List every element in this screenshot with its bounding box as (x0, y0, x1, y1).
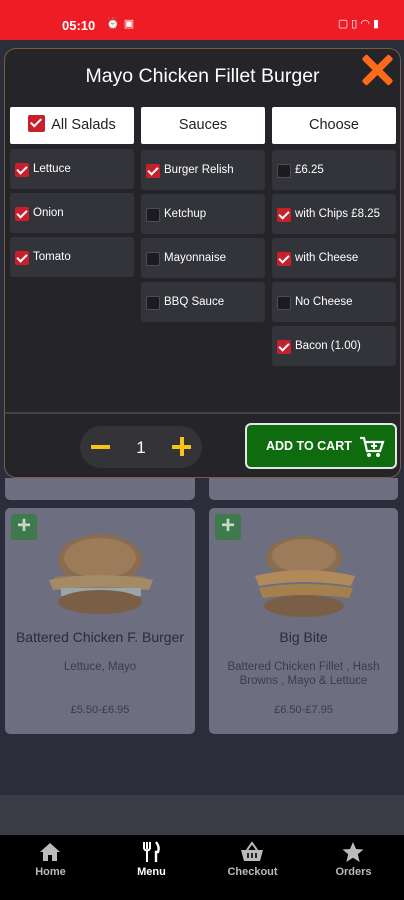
product-options-modal: Mayo Chicken Fillet Burger All Salads Le… (4, 48, 401, 478)
option-label: Lettuce (33, 163, 71, 175)
checkbox-unchecked-icon (146, 252, 160, 266)
plus-icon[interactable] (172, 437, 191, 456)
option-no-cheese[interactable]: No Cheese (272, 282, 396, 322)
card-stub (209, 478, 398, 500)
nav-label: Menu (137, 866, 166, 878)
checkbox-checked-icon (277, 340, 291, 354)
checkbox-unchecked-icon (146, 296, 160, 310)
option-label: Tomato (33, 251, 71, 263)
option-onion[interactable]: Onion (10, 193, 134, 233)
sauces-header: Sauces (141, 107, 265, 144)
option-label: Ketchup (164, 208, 207, 220)
status-time: 05:10 (62, 18, 96, 33)
nav-checkout[interactable]: Checkout (202, 835, 303, 900)
add-item-button[interactable]: + (215, 514, 241, 540)
all-salads-toggle[interactable]: All Salads (10, 107, 134, 144)
star-icon (342, 842, 364, 862)
option-bbq-sauce[interactable]: BBQ Sauce (141, 282, 265, 322)
option-burger-relish[interactable]: Burger Relish (141, 150, 265, 190)
checkbox-checked-icon (15, 163, 29, 177)
quantity-stepper: 1 (80, 426, 202, 468)
burger-image (255, 536, 355, 617)
checkbox-checked-icon (28, 115, 46, 132)
nfc-icon: ▢ (337, 18, 352, 30)
modal-divider (5, 412, 400, 414)
option-lettuce[interactable]: Lettuce (10, 149, 134, 189)
option-label: £6.25 (295, 164, 324, 176)
option-label: BBQ Sauce (164, 296, 225, 308)
menu-card-description: Lettuce, Mayo (63, 661, 137, 673)
menu-card[interactable]: + Big Bite Battered Chicken Fillet , Has… (209, 508, 398, 734)
nav-orders[interactable]: Orders (303, 835, 404, 900)
card-stub (5, 478, 195, 500)
menu-card-title: Battered Chicken F. Burger (15, 629, 185, 645)
modal-title: Mayo Chicken Fillet Burger (85, 65, 320, 87)
bottom-navigation: Home Menu Checkout Orders (0, 835, 404, 900)
cart-plus-icon (360, 436, 385, 457)
status-bar: 05:10 ⏰▣ ▢▯◠▮ (0, 0, 404, 40)
menu-card[interactable]: + Battered Chicken F. Burger Lettuce, Ma… (5, 508, 195, 734)
option-mayonnaise[interactable]: Mayonnaise (141, 238, 265, 278)
option-price-base[interactable]: £6.25 (272, 150, 396, 190)
checkbox-checked-icon (146, 164, 160, 178)
status-left-icons: ⏰▣ (106, 17, 138, 30)
nav-label: Home (35, 866, 66, 878)
option-ketchup[interactable]: Ketchup (141, 194, 265, 234)
column-header-label: All Salads (51, 117, 116, 133)
vibrate-icon: ▯ (351, 18, 361, 30)
option-label: Mayonnaise (164, 252, 227, 264)
option-label: Bacon (1.00) (295, 340, 361, 352)
add-to-cart-label: ADD TO CART (266, 439, 352, 453)
option-with-cheese[interactable]: with Cheese (272, 238, 396, 278)
option-bacon[interactable]: Bacon (1.00) (272, 326, 396, 366)
add-to-cart-button[interactable]: ADD TO CART (245, 423, 397, 469)
nav-home[interactable]: Home (0, 835, 101, 900)
option-label: with Chips £8.25 (295, 208, 381, 220)
battery-icon: ▮ (372, 18, 382, 30)
burger-image (49, 534, 153, 614)
menu-card-title: Big Bite (279, 629, 328, 645)
fork-knife-icon (143, 841, 160, 862)
menu-footer-strip (0, 795, 404, 835)
add-item-button[interactable]: + (11, 514, 37, 540)
checkbox-unchecked-icon (277, 164, 291, 178)
usb-icon: ▣ (123, 18, 139, 30)
checkbox-checked-icon (15, 251, 29, 265)
checkbox-unchecked-icon (146, 208, 160, 222)
nav-label: Checkout (227, 866, 278, 878)
basket-icon (241, 841, 263, 861)
option-label: with Cheese (295, 252, 359, 264)
menu-card-description: Battered Chicken Fillet , Hash Browns , … (227, 661, 380, 687)
nav-menu[interactable]: Menu (101, 835, 202, 900)
close-icon[interactable] (359, 51, 395, 87)
checkbox-checked-icon (277, 208, 291, 222)
option-with-chips[interactable]: with Chips £8.25 (272, 194, 396, 234)
alarm-icon: ⏰ (106, 18, 124, 30)
wifi-icon: ◠ (360, 18, 373, 30)
option-label: Burger Relish (164, 164, 234, 176)
checkbox-unchecked-icon (277, 296, 291, 310)
nav-label: Orders (335, 866, 372, 878)
status-right-icons: ▢▯◠▮ (338, 17, 382, 30)
checkbox-checked-icon (277, 252, 291, 266)
checkbox-checked-icon (15, 207, 29, 221)
menu-card-price: £5.50-£6.95 (70, 704, 130, 716)
option-label: No Cheese (295, 296, 353, 308)
menu-card-price: £6.50-£7.95 (274, 704, 333, 716)
choose-header: Choose (272, 107, 396, 144)
option-label: Onion (33, 207, 64, 219)
option-tomato[interactable]: Tomato (10, 237, 134, 277)
home-icon (40, 843, 60, 861)
